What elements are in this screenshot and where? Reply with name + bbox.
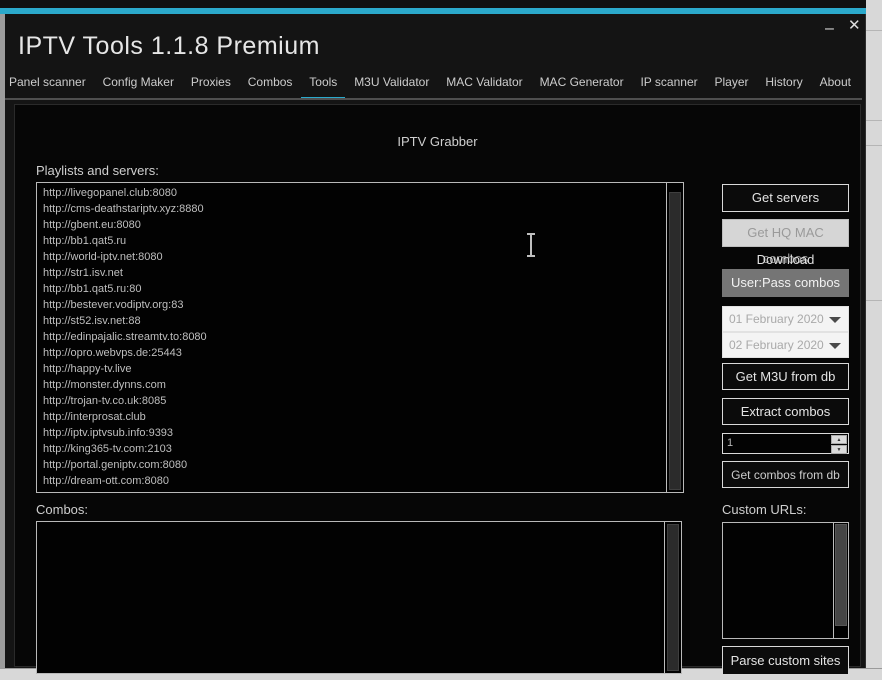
tab-mac-generator[interactable]: MAC Generator bbox=[538, 75, 626, 98]
tab-history[interactable]: History bbox=[763, 75, 804, 98]
tab-m3u-validator[interactable]: M3U Validator bbox=[352, 75, 431, 98]
list-item[interactable]: http://monster.dynns.com bbox=[37, 377, 665, 393]
get-combos-from-db-button[interactable]: Get combos from db bbox=[722, 461, 849, 488]
app-window: IPTV Tools 1.1.8 Premium – ✕ Panel scann… bbox=[5, 14, 866, 668]
tab-about[interactable]: About bbox=[818, 75, 853, 98]
get-servers-button[interactable]: Get servers bbox=[722, 184, 849, 212]
list-item[interactable]: http://trojan-tv.co.uk:8085 bbox=[37, 393, 665, 409]
count-stepper[interactable]: 1 ▲ ▼ bbox=[722, 433, 849, 454]
ibeam-cursor-icon bbox=[525, 233, 537, 257]
list-item[interactable]: http://happy-tv.live bbox=[37, 361, 665, 377]
custom-urls-content bbox=[723, 525, 830, 638]
get-hq-mac-combos-button[interactable]: Get HQ MAC combos bbox=[722, 219, 849, 247]
list-item[interactable]: http://st52.isv.net:88 bbox=[37, 313, 665, 329]
extract-combos-button[interactable]: Extract combos bbox=[722, 398, 849, 425]
tab-ip-scanner[interactable]: IP scanner bbox=[638, 75, 699, 98]
custom-urls-scrollbar[interactable] bbox=[833, 523, 848, 638]
spin-down-icon[interactable]: ▼ bbox=[831, 445, 847, 454]
list-item[interactable]: http://dream-ott.com:8080 bbox=[37, 473, 665, 489]
close-icon[interactable]: ✕ bbox=[848, 16, 861, 34]
tab-separator bbox=[5, 98, 862, 100]
iptv-grabber-panel: IPTV Grabber Playlists and servers: http… bbox=[14, 104, 861, 667]
playlists-scrollbar[interactable] bbox=[666, 183, 683, 492]
custom-urls-textarea[interactable] bbox=[722, 522, 849, 639]
list-item[interactable]: http://cms-deathstariptv.xyz:8880 bbox=[37, 201, 665, 217]
list-item[interactable]: http://interprosat.club bbox=[37, 409, 665, 425]
list-item[interactable]: http://world-iptv.net:8080 bbox=[37, 249, 665, 265]
stepper-buttons: ▲ ▼ bbox=[830, 435, 847, 452]
playlists-listbox[interactable]: http://livegopanel.club:8080http://cms-d… bbox=[36, 182, 684, 493]
tab-combos[interactable]: Combos bbox=[246, 75, 295, 98]
combos-list bbox=[37, 524, 663, 673]
playlists-label: Playlists and servers: bbox=[36, 163, 159, 178]
parse-custom-sites-button[interactable]: Parse custom sites bbox=[722, 646, 849, 675]
list-item[interactable]: http://bb1.qat5.ru bbox=[37, 233, 665, 249]
tab-panel-scanner[interactable]: Panel scanner bbox=[7, 75, 88, 98]
scrollbar-thumb[interactable] bbox=[667, 524, 679, 671]
tab-bar: Panel scanner Config Maker Proxies Combo… bbox=[7, 76, 853, 98]
tab-config-maker[interactable]: Config Maker bbox=[101, 75, 176, 98]
combos-listbox[interactable] bbox=[36, 521, 682, 674]
date-from-value: 01 February 2020 bbox=[729, 312, 824, 326]
tab-proxies[interactable]: Proxies bbox=[189, 75, 233, 98]
date-to-value: 02 February 2020 bbox=[729, 338, 824, 352]
spin-up-icon[interactable]: ▲ bbox=[831, 435, 847, 444]
chevron-down-icon bbox=[829, 317, 841, 323]
list-item[interactable]: http://iptv.iptvsub.info:9393 bbox=[37, 425, 665, 441]
list-item[interactable]: http://opro.webvps.de:25443 bbox=[37, 345, 665, 361]
download-label: Download bbox=[722, 252, 849, 267]
minimize-icon[interactable]: – bbox=[825, 20, 834, 38]
desktop-edge-right bbox=[866, 0, 882, 680]
list-item[interactable]: http://bb1.qat5.ru:80 bbox=[37, 281, 665, 297]
list-item[interactable]: http://edinpajalic.streamtv.to:8080 bbox=[37, 329, 665, 345]
date-from-dropdown[interactable]: 01 February 2020 bbox=[722, 306, 849, 332]
page-title: IPTV Grabber bbox=[15, 134, 860, 149]
tab-mac-validator[interactable]: MAC Validator bbox=[444, 75, 524, 98]
chevron-down-icon bbox=[829, 343, 841, 349]
userpass-combos-button[interactable]: User:Pass combos bbox=[722, 269, 849, 297]
window-top-strip bbox=[0, 0, 868, 8]
custom-urls-label: Custom URLs: bbox=[722, 502, 807, 517]
date-to-dropdown[interactable]: 02 February 2020 bbox=[722, 332, 849, 358]
combos-scrollbar[interactable] bbox=[664, 522, 681, 673]
tab-tools[interactable]: Tools bbox=[307, 75, 339, 98]
list-item[interactable]: http://str1.isv.net bbox=[37, 265, 665, 281]
list-item[interactable]: http://livegopanel.club:8080 bbox=[37, 185, 665, 201]
screen: IPTV Tools 1.1.8 Premium – ✕ Panel scann… bbox=[0, 0, 882, 680]
list-item[interactable]: http://king365-tv.com:2103 bbox=[37, 441, 665, 457]
list-item[interactable]: http://bestever.vodiptv.org:83 bbox=[37, 297, 665, 313]
playlists-list: http://livegopanel.club:8080http://cms-d… bbox=[37, 185, 665, 492]
scrollbar-thumb[interactable] bbox=[835, 524, 847, 626]
combos-label: Combos: bbox=[36, 502, 88, 517]
tab-player[interactable]: Player bbox=[713, 75, 751, 98]
list-item[interactable]: http://gbent.eu:8080 bbox=[37, 217, 665, 233]
list-item[interactable]: http://portal.geniptv.com:8080 bbox=[37, 457, 665, 473]
app-title: IPTV Tools 1.1.8 Premium bbox=[18, 32, 320, 61]
get-m3u-from-db-button[interactable]: Get M3U from db bbox=[722, 363, 849, 390]
scrollbar-thumb[interactable] bbox=[669, 192, 681, 490]
count-value: 1 bbox=[727, 437, 733, 449]
